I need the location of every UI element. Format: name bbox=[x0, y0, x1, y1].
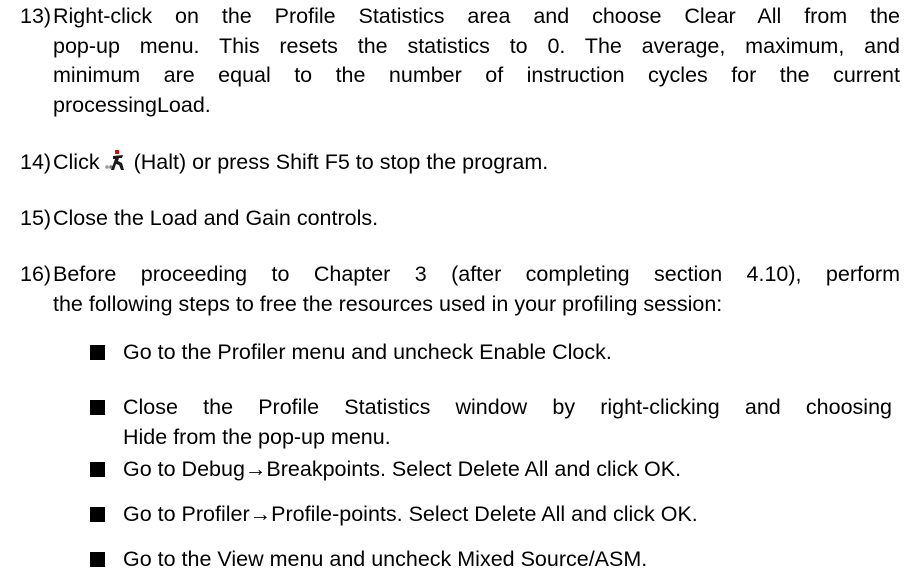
bullet-text: Go to the View menu and uncheck Mixed So… bbox=[123, 545, 892, 575]
step-text: Click (Halt) or press Shift F5 to stop t… bbox=[53, 148, 900, 178]
step-number: 16) bbox=[20, 262, 52, 286]
step-number: 13) bbox=[20, 4, 52, 28]
step-14: 14) Click (Halt) or press Shift F5 to st… bbox=[20, 148, 900, 178]
text-line: pop-up menu. This resets the statistics … bbox=[53, 33, 900, 58]
step-text: Right-click on the Profile Statistics ar… bbox=[53, 2, 900, 120]
text-line: Close the Load and Gain controls. bbox=[53, 206, 379, 230]
bullet-text: Close the Profile Statistics window by r… bbox=[123, 393, 892, 452]
square-bullet-icon bbox=[90, 400, 105, 415]
text-line: Go to the View menu and uncheck Mixed So… bbox=[123, 547, 648, 571]
text-line: processingLoad. bbox=[53, 92, 211, 117]
step-text: Close the Load and Gain controls. bbox=[53, 204, 900, 234]
square-bullet-icon bbox=[90, 345, 105, 360]
text-line: Click (Halt) or press Shift F5 to stop t… bbox=[53, 148, 900, 178]
text-fragment: Click bbox=[53, 150, 100, 174]
step-15: 15) Close the Load and Gain controls. bbox=[20, 204, 900, 234]
step-text: Before proceeding to Chapter 3 (after co… bbox=[53, 260, 900, 319]
bullet-item: Go to Profiler→Profile-points. Select De… bbox=[90, 500, 892, 530]
document-page: 13) Right-click on the Profile Statistic… bbox=[0, 0, 922, 577]
square-bullet-icon bbox=[90, 462, 105, 477]
bullet-item: Go to the Profiler menu and uncheck Enab… bbox=[90, 338, 892, 368]
step-number: 14) bbox=[20, 150, 52, 174]
text-line: Go to Profiler→Profile-points. Select De… bbox=[123, 502, 698, 526]
bullet-text: Go to Debug→Breakpoints. Select Delete A… bbox=[123, 455, 892, 485]
bullet-text: Go to Profiler→Profile-points. Select De… bbox=[123, 500, 892, 530]
text-line: Close the Profile Statistics window by r… bbox=[123, 395, 892, 419]
step-13: 13) Right-click on the Profile Statistic… bbox=[20, 2, 900, 120]
square-bullet-icon bbox=[90, 507, 105, 522]
text-line: Go to the Profiler menu and uncheck Enab… bbox=[123, 340, 612, 364]
bullet-text: Go to the Profiler menu and uncheck Enab… bbox=[123, 338, 892, 368]
text-line: Right-click on the Profile Statistics ar… bbox=[53, 4, 900, 28]
square-bullet-icon bbox=[90, 552, 105, 567]
step-number: 15) bbox=[20, 206, 52, 230]
bullet-item: Go to Debug→Breakpoints. Select Delete A… bbox=[90, 455, 892, 485]
halt-icon bbox=[104, 150, 126, 172]
text-fragment: (Halt) or press Shift F5 to stop the pro… bbox=[133, 150, 549, 174]
bullet-item: Close the Profile Statistics window by r… bbox=[90, 393, 892, 452]
text-line: Go to Debug→Breakpoints. Select Delete A… bbox=[123, 457, 682, 481]
bullet-item: Go to the View menu and uncheck Mixed So… bbox=[90, 545, 892, 575]
step-16: 16) Before proceeding to Chapter 3 (afte… bbox=[20, 260, 900, 319]
text-line: the following steps to free the resource… bbox=[53, 291, 723, 316]
text-line: Hide from the pop-up menu. bbox=[123, 424, 391, 449]
text-line: minimum are equal to the number of instr… bbox=[53, 63, 900, 87]
text-line: Before proceeding to Chapter 3 (after co… bbox=[53, 262, 900, 286]
